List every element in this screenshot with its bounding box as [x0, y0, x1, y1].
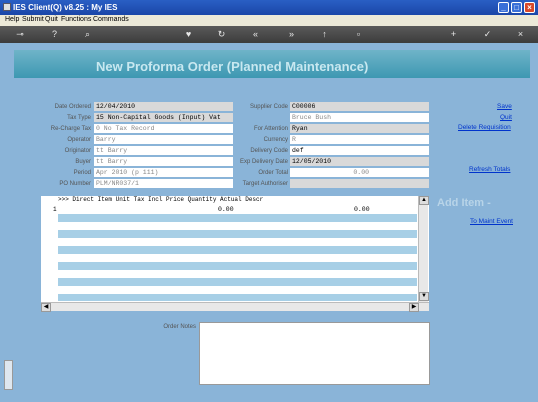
field-label-target-authoriser: Target Authoriser	[242, 181, 288, 187]
field-label-date-ordered: Date Ordered	[54, 104, 91, 110]
delivery-code-field[interactable]: def	[290, 146, 429, 155]
price-cell: 0.00	[218, 206, 234, 213]
delete-requisition-link[interactable]: Delete Requisition	[458, 124, 511, 131]
close-icon[interactable]: ×	[515, 29, 526, 40]
menu-quit[interactable]: Quit	[45, 16, 58, 23]
table-row[interactable]	[58, 230, 417, 238]
refresh-totals-link[interactable]: Refresh Totals	[469, 166, 510, 173]
field-label-operator: Operator	[67, 137, 91, 143]
tax-type-field[interactable]: 15 Non-Capital Goods (Input) Vat	[94, 113, 233, 122]
field-label-recharge-tax: Re-Charge Tax	[50, 126, 91, 132]
menu-commands[interactable]: Commands	[93, 16, 129, 23]
table-row[interactable]	[58, 246, 417, 254]
scroll-left-icon[interactable]: ◀	[41, 303, 51, 312]
field-label-tax-type: Tax Type	[67, 115, 91, 121]
supplier-code-field[interactable]: C00006	[290, 102, 429, 111]
order-total-field: 0.00	[290, 168, 429, 177]
rewind-icon[interactable]: «	[250, 29, 261, 40]
grid-horizontal-scrollbar[interactable]: ◀ ▶	[41, 302, 429, 312]
exp-delivery-date-field[interactable]: 12/05/2010	[290, 157, 429, 166]
minimize-button[interactable]: _	[498, 2, 509, 13]
scroll-up-icon[interactable]: ▲	[419, 196, 429, 205]
table-row[interactable]: 0.00 0.00	[58, 205, 417, 214]
field-label-buyer: Buyer	[75, 159, 91, 165]
heart-icon[interactable]: ♥	[183, 29, 194, 40]
field-label-exp-delivery-date: Exp Delivery Date	[239, 159, 288, 165]
field-label-for-attention: For Attention	[253, 126, 288, 132]
order-items-grid[interactable]: >>> Direct Item Unit Tax Incl Price Quan…	[41, 196, 429, 312]
table-row[interactable]	[58, 278, 417, 286]
save-link[interactable]: Save	[497, 103, 512, 110]
app-icon	[3, 3, 11, 11]
page-header-band: New Proforma Order (Planned Maintenance)	[14, 50, 530, 78]
cursor-icon[interactable]: ↑	[319, 29, 330, 40]
for-attention-field[interactable]: Ryan	[290, 124, 429, 133]
table-row[interactable]	[58, 214, 417, 222]
scroll-down-icon[interactable]: ▼	[419, 292, 429, 301]
field-label-delivery-code: Delivery Code	[250, 148, 288, 154]
field-label-currency: Currency	[263, 137, 288, 143]
field-label-order-total: Order Total	[258, 170, 288, 176]
order-notes-textarea[interactable]	[199, 322, 430, 385]
order-notes-label: Order Notes	[163, 324, 196, 330]
field-label-supplier-code: Supplier Code	[249, 104, 288, 110]
menu-functions[interactable]: Functions	[61, 16, 91, 23]
actual-cell: 0.00	[354, 206, 370, 213]
currency-field[interactable]: R	[290, 135, 429, 144]
quit-link[interactable]: Quit	[500, 114, 512, 121]
menu-help[interactable]: Help	[5, 16, 19, 23]
grid-header: >>> Direct Item Unit Tax Incl Price Quan…	[58, 196, 417, 204]
toolbar: ⊸ ? ⌕ ♥ ↻ « » ↑ ▫ + ✓ ×	[0, 26, 538, 43]
maximize-button[interactable]: □	[511, 2, 522, 13]
page-title: New Proforma Order (Planned Maintenance)	[96, 59, 369, 74]
forward-icon[interactable]: »	[286, 29, 297, 40]
close-window-button[interactable]: ×	[524, 2, 535, 13]
key-icon[interactable]: ⊸	[10, 29, 30, 40]
scroll-right-icon[interactable]: ▶	[409, 303, 419, 312]
menu-bar: Help Submit Quit Functions Commands	[0, 15, 538, 26]
field-label-po-number: PO Number	[59, 181, 91, 187]
side-panel-tab[interactable]	[4, 360, 13, 390]
supplier-name-field[interactable]: Bruce Bush	[290, 113, 429, 122]
grid-vertical-scrollbar[interactable]: ▲ ▼	[418, 196, 429, 302]
window-titlebar: IES Client(Q) v8.25 : My IES _ □ ×	[0, 0, 538, 15]
add-icon[interactable]: +	[448, 29, 459, 40]
field-label-period: Period	[73, 170, 91, 176]
page-icon[interactable]: ▫	[353, 29, 364, 40]
menu-submit[interactable]: Submit	[22, 16, 44, 23]
refresh-icon[interactable]: ↻	[216, 29, 227, 40]
grid-row-number: 1	[53, 206, 57, 213]
field-label-originator: Originator	[64, 148, 91, 154]
window-title: IES Client(Q) v8.25 : My IES	[13, 3, 118, 12]
target-authoriser-field[interactable]	[290, 179, 429, 188]
help-icon[interactable]: ?	[49, 29, 60, 40]
to-maint-event-link[interactable]: To Maint Event	[470, 218, 513, 225]
table-row[interactable]	[58, 294, 417, 301]
search-icon[interactable]: ⌕	[82, 29, 93, 40]
table-row[interactable]	[58, 262, 417, 270]
add-item-label[interactable]: Add Item -	[437, 197, 491, 209]
check-icon[interactable]: ✓	[482, 29, 493, 40]
